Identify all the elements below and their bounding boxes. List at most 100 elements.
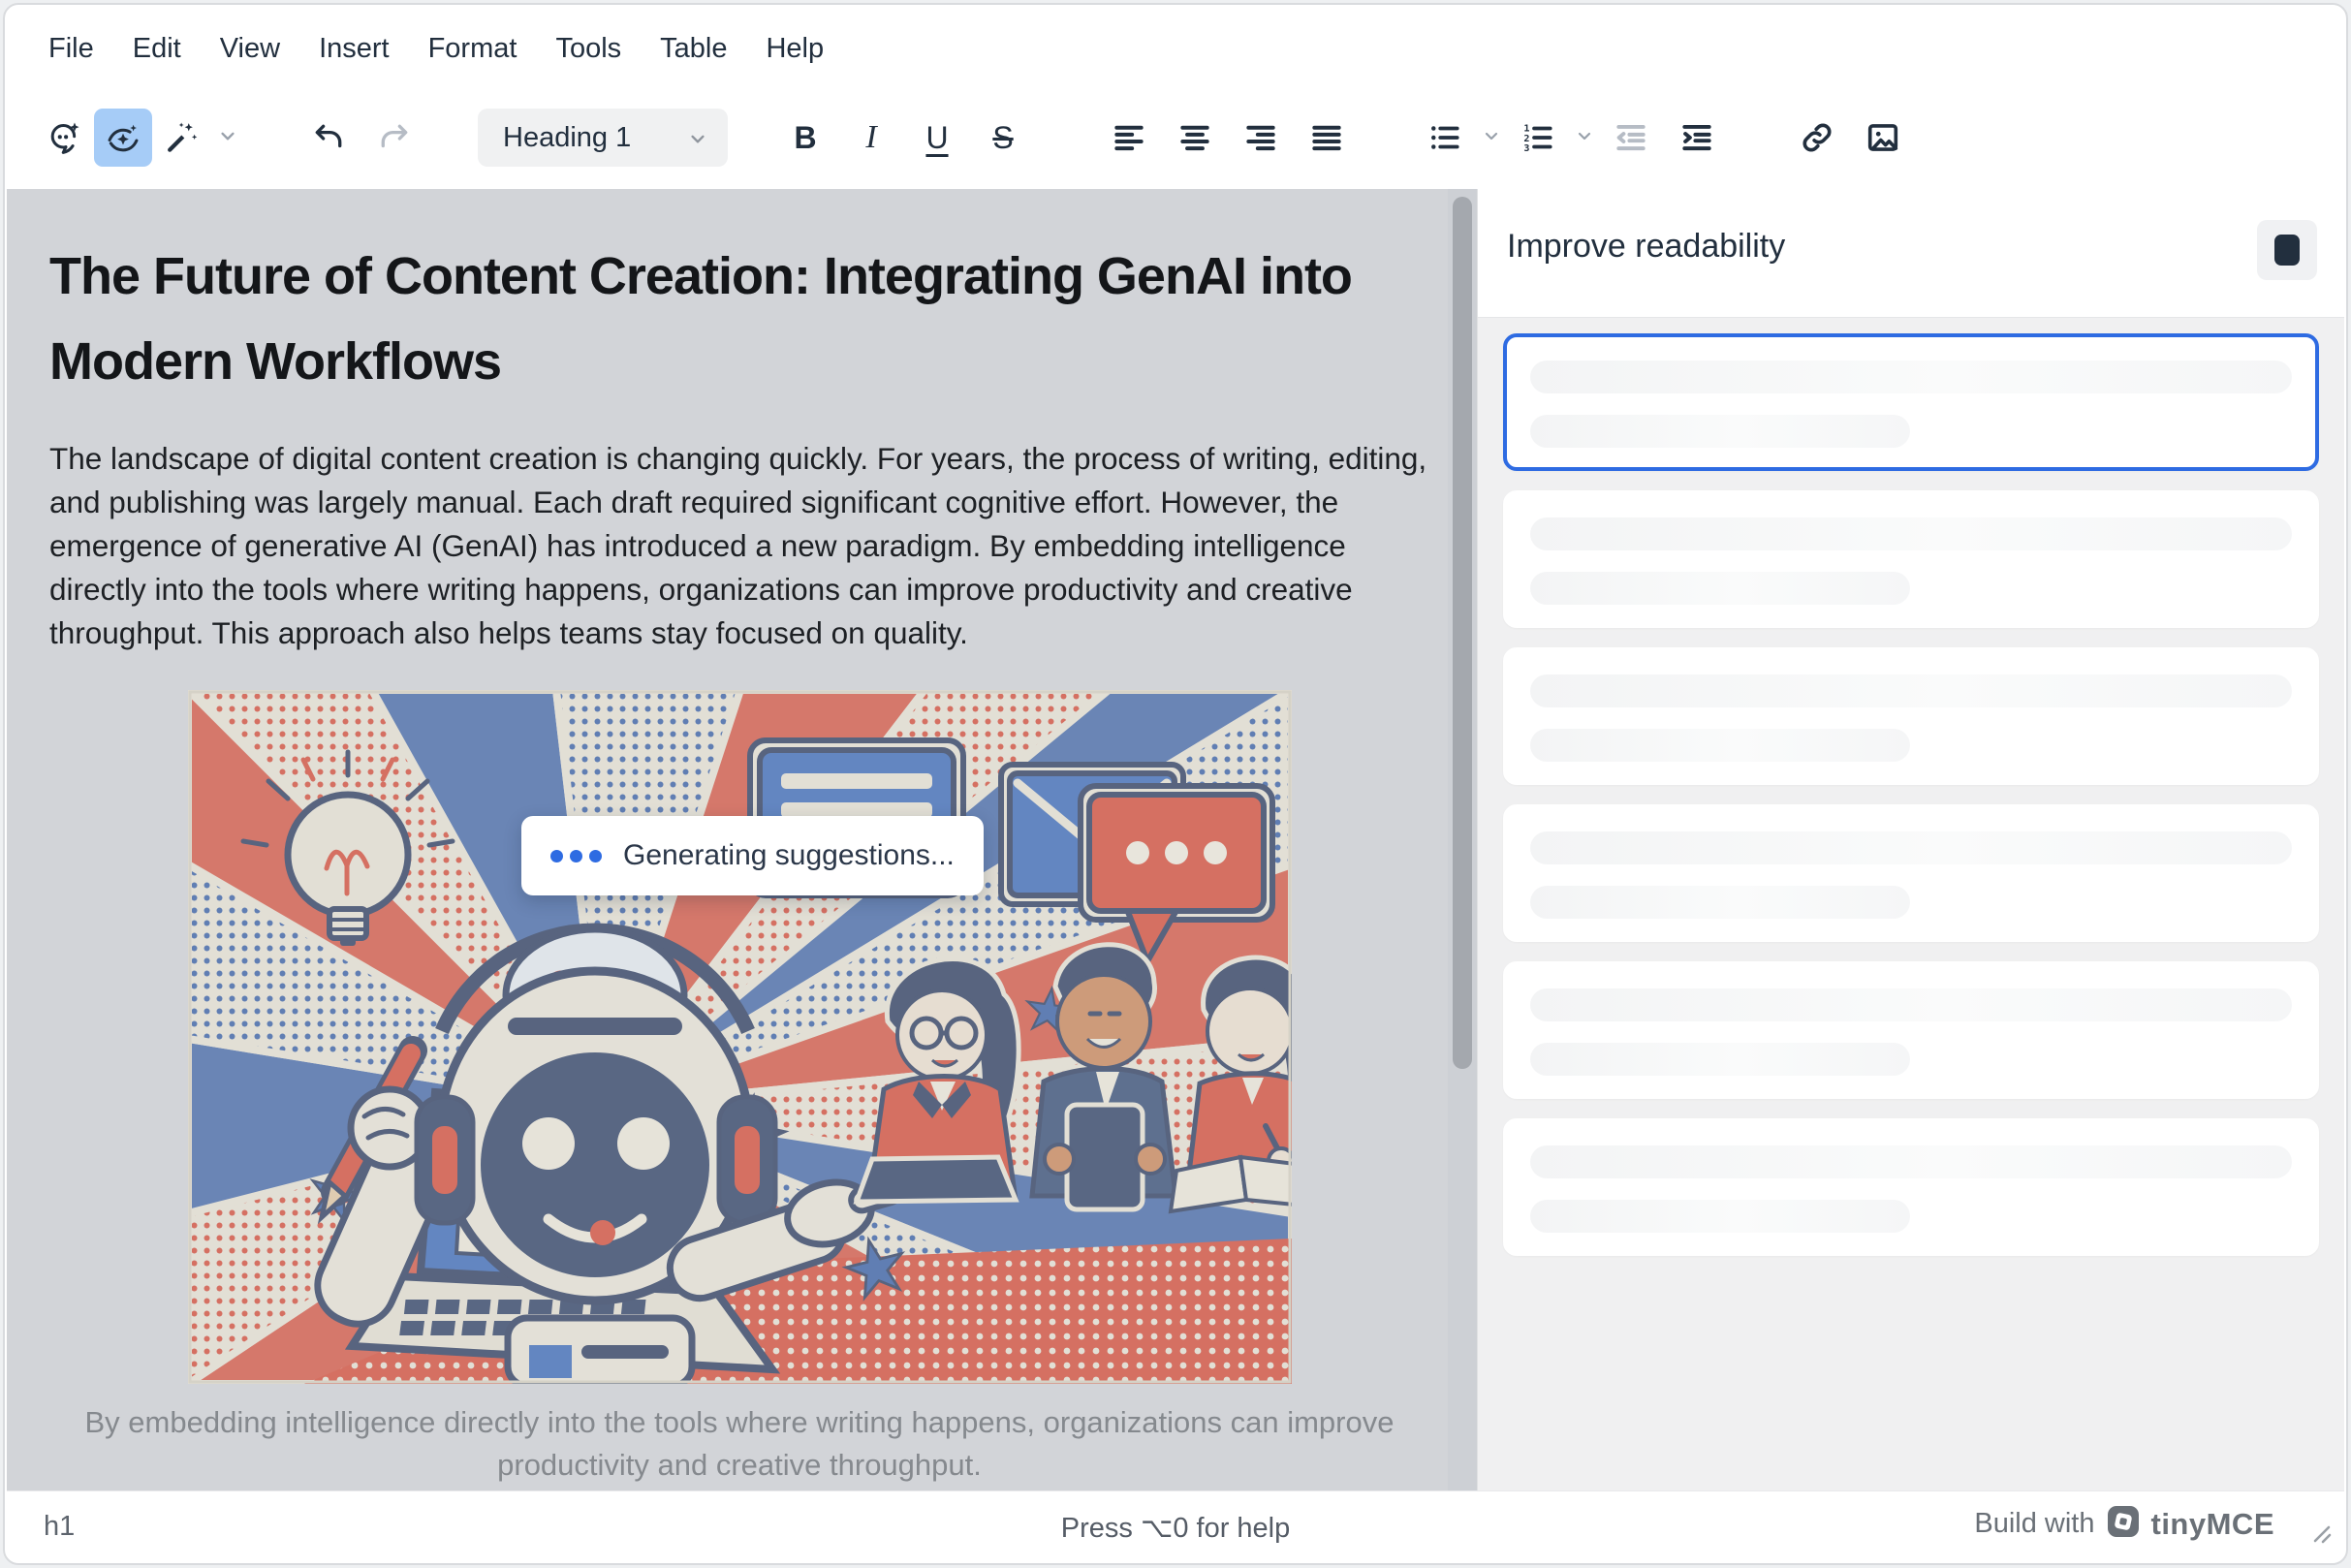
align-left-icon [1111,119,1147,156]
image-caption: By embedding intelligence directly into … [49,1401,1429,1487]
menu-bar: FileEditViewInsertFormatToolsTableHelp [32,20,840,77]
editor-scrollbar-thumb[interactable] [1453,197,1472,1069]
editor-scrollbar-track[interactable] [1448,189,1477,1491]
image-icon [1865,119,1901,156]
skeleton-line [1530,517,2292,550]
skeleton-line [1530,415,1910,448]
link-button[interactable] [1788,109,1846,167]
redo-icon [376,119,413,156]
menu-item[interactable]: Help [749,23,840,75]
numbered-list-button[interactable]: 1 2 3 [1509,109,1567,167]
indent-button[interactable] [1668,109,1726,167]
format-select[interactable]: Heading 1 [478,109,728,167]
ai-assistant-button[interactable] [36,109,94,167]
skeleton-line [1530,1043,1910,1076]
menu-item[interactable]: Table [643,23,743,75]
toolbar-group-insert [1788,109,1912,167]
skeleton-line [1530,831,2292,864]
branding[interactable]: Build with tinyMCE [1974,1505,2274,1543]
bullet-list-icon [1426,119,1463,156]
bold-icon: B [794,122,816,153]
ai-review-icon [105,119,141,156]
document-paragraph: The landscape of digital content creatio… [49,437,1429,655]
undo-icon [310,119,347,156]
chevron-down-icon [1480,124,1503,152]
toolbar-group-ai [36,109,245,167]
numbered-list-dropdown[interactable] [1567,109,1602,167]
italic-button[interactable]: I [842,109,900,167]
numbered-list-icon: 1 2 3 [1520,119,1556,156]
skeleton-line [1530,729,1910,762]
format-select-value: Heading 1 [503,122,631,154]
undo-button[interactable] [299,109,358,167]
editor-window: FileEditViewInsertFormatToolsTableHelp [3,3,2348,1565]
align-right-button[interactable] [1232,109,1290,167]
build-with-label: Build with [1974,1508,2094,1540]
ai-review-button[interactable] [94,109,152,167]
sidebar-header: Improve readability [1478,189,2344,318]
strikethrough-button[interactable]: S [974,109,1032,167]
ai-shortcuts-dropdown[interactable] [210,109,245,167]
status-bar: h1 Press ⌥0 for help Build with tinyMCE [7,1490,2344,1561]
dim-overlay [188,690,1292,1384]
underline-button[interactable]: U [908,109,966,167]
outdent-button[interactable] [1602,109,1660,167]
indent-icon [1678,119,1715,156]
justify-button[interactable] [1298,109,1356,167]
bullet-list-dropdown[interactable] [1474,109,1509,167]
underline-icon: U [925,122,948,153]
menu-item[interactable]: File [32,23,110,75]
toolbar: Heading 1 B I U S [36,102,2317,173]
menu-item[interactable]: Format [412,23,534,75]
suggestion-card-skeleton[interactable] [1503,333,2319,471]
justify-icon [1308,119,1345,156]
svg-text:3: 3 [1523,143,1529,154]
ai-shortcuts-button[interactable] [152,109,210,167]
toolbar-group-lists: 1 2 3 [1416,109,1726,167]
toolbar-group-inline: B I U S [776,109,1032,167]
main-region: The Future of Content Creation: Integrat… [7,189,2344,1491]
skeleton-line [1530,886,1910,919]
ai-suggestions-sidebar: Improve readability [1477,189,2344,1491]
suggestion-card-skeleton[interactable] [1503,1118,2319,1256]
suggestion-card-skeleton[interactable] [1503,647,2319,785]
menu-item[interactable]: Tools [539,23,638,75]
stop-button[interactable] [2257,220,2317,280]
align-left-button[interactable] [1100,109,1158,167]
chevron-down-icon [1573,124,1596,152]
menu-item[interactable]: View [204,23,297,75]
generating-suggestions-toast: Generating suggestions... [521,816,984,895]
resize-handle-icon[interactable] [2305,1518,2335,1552]
skeleton-line [1530,674,2292,707]
suggestion-card-skeleton[interactable] [1503,490,2319,628]
tinymce-logo-icon [2107,1505,2140,1543]
bold-button[interactable]: B [776,109,834,167]
loading-dots-icon [550,850,602,862]
editor-content-area[interactable]: The Future of Content Creation: Integrat… [7,189,1477,1491]
align-right-icon [1242,119,1279,156]
ai-wand-icon [163,119,200,156]
link-icon [1799,119,1835,156]
brand-name: tinyMCE [2151,1507,2275,1542]
skeleton-line [1530,361,2292,393]
skeleton-line [1530,1200,1910,1233]
suggestion-card-skeleton[interactable] [1503,961,2319,1099]
image-button[interactable] [1854,109,1912,167]
menu-item[interactable]: Edit [116,23,198,75]
outdent-icon [1613,119,1649,156]
menu-item[interactable]: Insert [302,23,406,75]
suggestion-card-skeleton[interactable] [1503,804,2319,942]
suggestion-card-list [1478,318,2344,1491]
skeleton-line [1530,572,1910,605]
bullet-list-button[interactable] [1416,109,1474,167]
document-image[interactable] [188,690,1292,1384]
redo-button[interactable] [365,109,423,167]
align-center-button[interactable] [1166,109,1224,167]
ai-chat-icon [47,119,83,156]
chevron-down-icon [215,123,240,153]
strikethrough-icon: S [992,122,1013,153]
sidebar-title: Improve readability [1507,228,1785,266]
italic-icon: I [865,121,876,154]
skeleton-line [1530,988,2292,1021]
chevron-down-icon [685,126,710,156]
